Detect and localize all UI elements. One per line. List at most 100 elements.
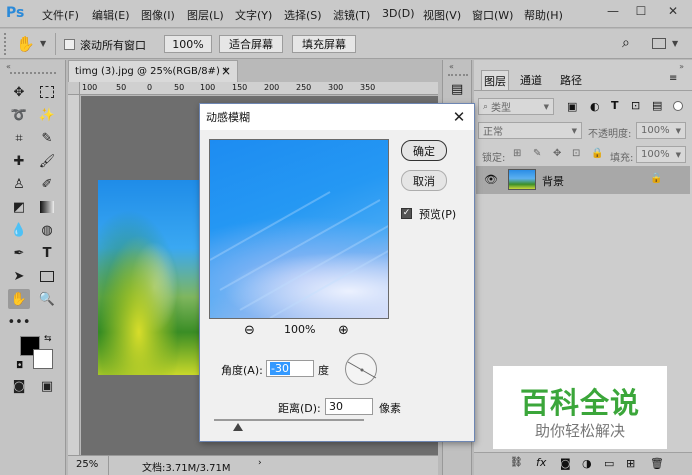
lasso-tool-icon[interactable]: ➰ — [8, 105, 30, 125]
swap-colors-icon[interactable]: ⇆ — [44, 334, 52, 344]
hand-tool-icon[interactable]: ✋ — [8, 289, 30, 309]
eraser-tool-icon[interactable]: ◩ — [8, 197, 30, 217]
minimize-button[interactable]: — — [602, 2, 624, 20]
zoom-out-icon[interactable]: ⊖ — [244, 323, 255, 338]
link-layers-icon[interactable]: ⛓ — [510, 457, 523, 468]
path-selection-tool-icon[interactable]: ➤ — [8, 266, 30, 286]
edit-toolbar-icon[interactable]: ••• — [8, 312, 31, 332]
lock-all-icon[interactable]: 🔒 — [591, 148, 603, 159]
zoom-level[interactable]: 25% — [76, 459, 98, 470]
blur-tool-icon[interactable]: 💧 — [8, 220, 30, 240]
blend-mode-select[interactable]: 正常 ▼ — [478, 122, 582, 139]
blur-preview[interactable] — [209, 139, 389, 319]
history-panel-icon[interactable]: ▤ — [451, 82, 463, 97]
collapse-icon[interactable]: « — [6, 62, 11, 71]
screen-mode-icon[interactable]: ▣ — [36, 376, 58, 396]
type-tool-icon[interactable]: T — [36, 243, 58, 263]
workspace-dropdown-icon[interactable]: ▼ — [672, 39, 678, 48]
eyedropper-tool-icon[interactable]: ✎ — [36, 128, 58, 148]
layer-kind-filter[interactable]: ⌕ 类型 ▼ — [478, 98, 554, 115]
new-layer-icon[interactable]: ⊞ — [626, 457, 635, 470]
scroll-all-windows-checkbox[interactable] — [64, 39, 75, 50]
layer-name[interactable]: 背景 — [542, 173, 564, 189]
gradient-tool-icon[interactable] — [36, 197, 58, 217]
document-image[interactable] — [98, 180, 200, 375]
layer-row-background[interactable]: 👁 背景 🔒 — [476, 166, 690, 194]
menu-help[interactable]: 帮助(H) — [524, 7, 563, 23]
default-colors-icon[interactable]: ◘ — [16, 361, 23, 371]
preset-dropdown-icon[interactable]: ▼ — [40, 39, 46, 48]
menu-layer[interactable]: 图层(L) — [187, 7, 224, 23]
new-group-icon[interactable]: ▭ — [604, 457, 614, 470]
visibility-eye-icon[interactable]: 👁 — [484, 173, 498, 186]
maximize-button[interactable]: ☐ — [630, 2, 652, 20]
delete-layer-icon[interactable]: 🗑 — [650, 457, 664, 470]
menu-select[interactable]: 选择(S) — [284, 7, 322, 23]
document-tab[interactable]: timg (3).jpg @ 25%(RGB/8#) * × — [68, 60, 238, 82]
menu-file[interactable]: 文件(F) — [42, 7, 79, 23]
tab-paths[interactable]: 路径 — [554, 70, 588, 90]
adjustment-filter-icon[interactable]: ◐ — [590, 100, 600, 113]
lock-pixels-icon[interactable]: ✎ — [533, 148, 541, 159]
search-icon[interactable]: ⌕ — [622, 35, 630, 51]
zoom-tool-icon[interactable]: 🔍 — [36, 289, 58, 309]
menu-type[interactable]: 文字(Y) — [235, 7, 272, 23]
zoom-100-button[interactable]: 100% — [164, 35, 212, 53]
fill-field[interactable]: 100% ▼ — [636, 146, 686, 163]
lock-position-icon[interactable]: ✥ — [553, 148, 561, 159]
close-document-icon[interactable]: × — [221, 64, 231, 78]
rectangle-tool-icon[interactable] — [36, 266, 58, 286]
add-mask-icon[interactable]: ◙ — [560, 457, 571, 470]
tab-channels[interactable]: 通道 — [514, 70, 548, 90]
angle-input[interactable]: -30 — [266, 360, 314, 377]
lock-artboard-icon[interactable]: ⊡ — [572, 148, 580, 159]
background-color-swatch[interactable] — [33, 349, 53, 369]
distance-slider-track[interactable] — [214, 419, 364, 421]
preview-checkbox[interactable]: ✓ — [401, 208, 412, 219]
close-icon[interactable]: ✕ — [450, 108, 468, 126]
hand-tool-preset-icon[interactable]: ✋ — [16, 35, 35, 53]
quick-mask-icon[interactable]: ◙ — [8, 376, 30, 396]
healing-brush-tool-icon[interactable]: ✚ — [8, 151, 30, 171]
adjustment-layer-icon[interactable]: ◑ — [582, 457, 592, 470]
fill-screen-button[interactable]: 填充屏幕 — [292, 35, 356, 53]
horizontal-ruler[interactable]: 100 50 0 50 100 150 200 250 300 350 — [80, 82, 438, 95]
menu-edit[interactable]: 编辑(E) — [92, 7, 130, 23]
opacity-field[interactable]: 100% ▼ — [636, 122, 686, 139]
menu-filter[interactable]: 滤镜(T) — [333, 7, 370, 23]
menu-image[interactable]: 图像(I) — [141, 7, 175, 23]
pen-tool-icon[interactable]: ✒ — [8, 243, 30, 263]
menu-3d[interactable]: 3D(D) — [382, 7, 415, 20]
history-brush-tool-icon[interactable]: ✐ — [36, 174, 58, 194]
type-filter-icon[interactable]: T — [611, 99, 619, 112]
layer-style-icon[interactable]: fx — [536, 456, 546, 469]
pixel-filter-icon[interactable]: ▣ — [567, 100, 577, 113]
dodge-tool-icon[interactable]: ◍ — [36, 220, 58, 240]
shape-filter-icon[interactable]: ⊡ — [631, 99, 640, 112]
dialog-title-bar[interactable]: 动感模糊 ✕ — [200, 104, 474, 130]
crop-tool-icon[interactable]: ⌗ — [8, 128, 30, 148]
ruler-origin[interactable] — [68, 82, 80, 95]
move-tool-icon[interactable]: ✥ — [8, 82, 30, 102]
workspace-icon[interactable] — [652, 38, 666, 49]
ok-button[interactable]: 确定 — [401, 140, 447, 161]
marquee-tool-icon[interactable] — [36, 82, 58, 102]
angle-dial[interactable] — [345, 353, 377, 385]
fit-screen-button[interactable]: 适合屏幕 — [219, 35, 283, 53]
zoom-in-icon[interactable]: ⊕ — [338, 323, 349, 338]
status-menu-arrow-icon[interactable]: › — [258, 458, 262, 468]
cancel-button[interactable]: 取消 — [401, 170, 447, 191]
collapse-icon[interactable]: » — [679, 62, 684, 71]
distance-slider-thumb[interactable] — [233, 423, 243, 431]
vertical-ruler[interactable] — [68, 95, 80, 455]
lock-transparent-icon[interactable]: ⊞ — [513, 148, 521, 159]
panel-menu-icon[interactable]: ≡ — [669, 73, 677, 84]
close-window-button[interactable]: ✕ — [662, 2, 684, 20]
distance-input[interactable]: 30 — [325, 398, 373, 415]
smart-object-filter-icon[interactable]: ▤ — [652, 99, 662, 112]
menu-view[interactable]: 视图(V) — [423, 7, 461, 23]
filter-toggle[interactable] — [673, 101, 683, 111]
tab-layers[interactable]: 图层 — [481, 70, 509, 90]
magic-wand-tool-icon[interactable]: ✨ — [36, 105, 58, 125]
collapse-icon[interactable]: « — [449, 62, 454, 71]
